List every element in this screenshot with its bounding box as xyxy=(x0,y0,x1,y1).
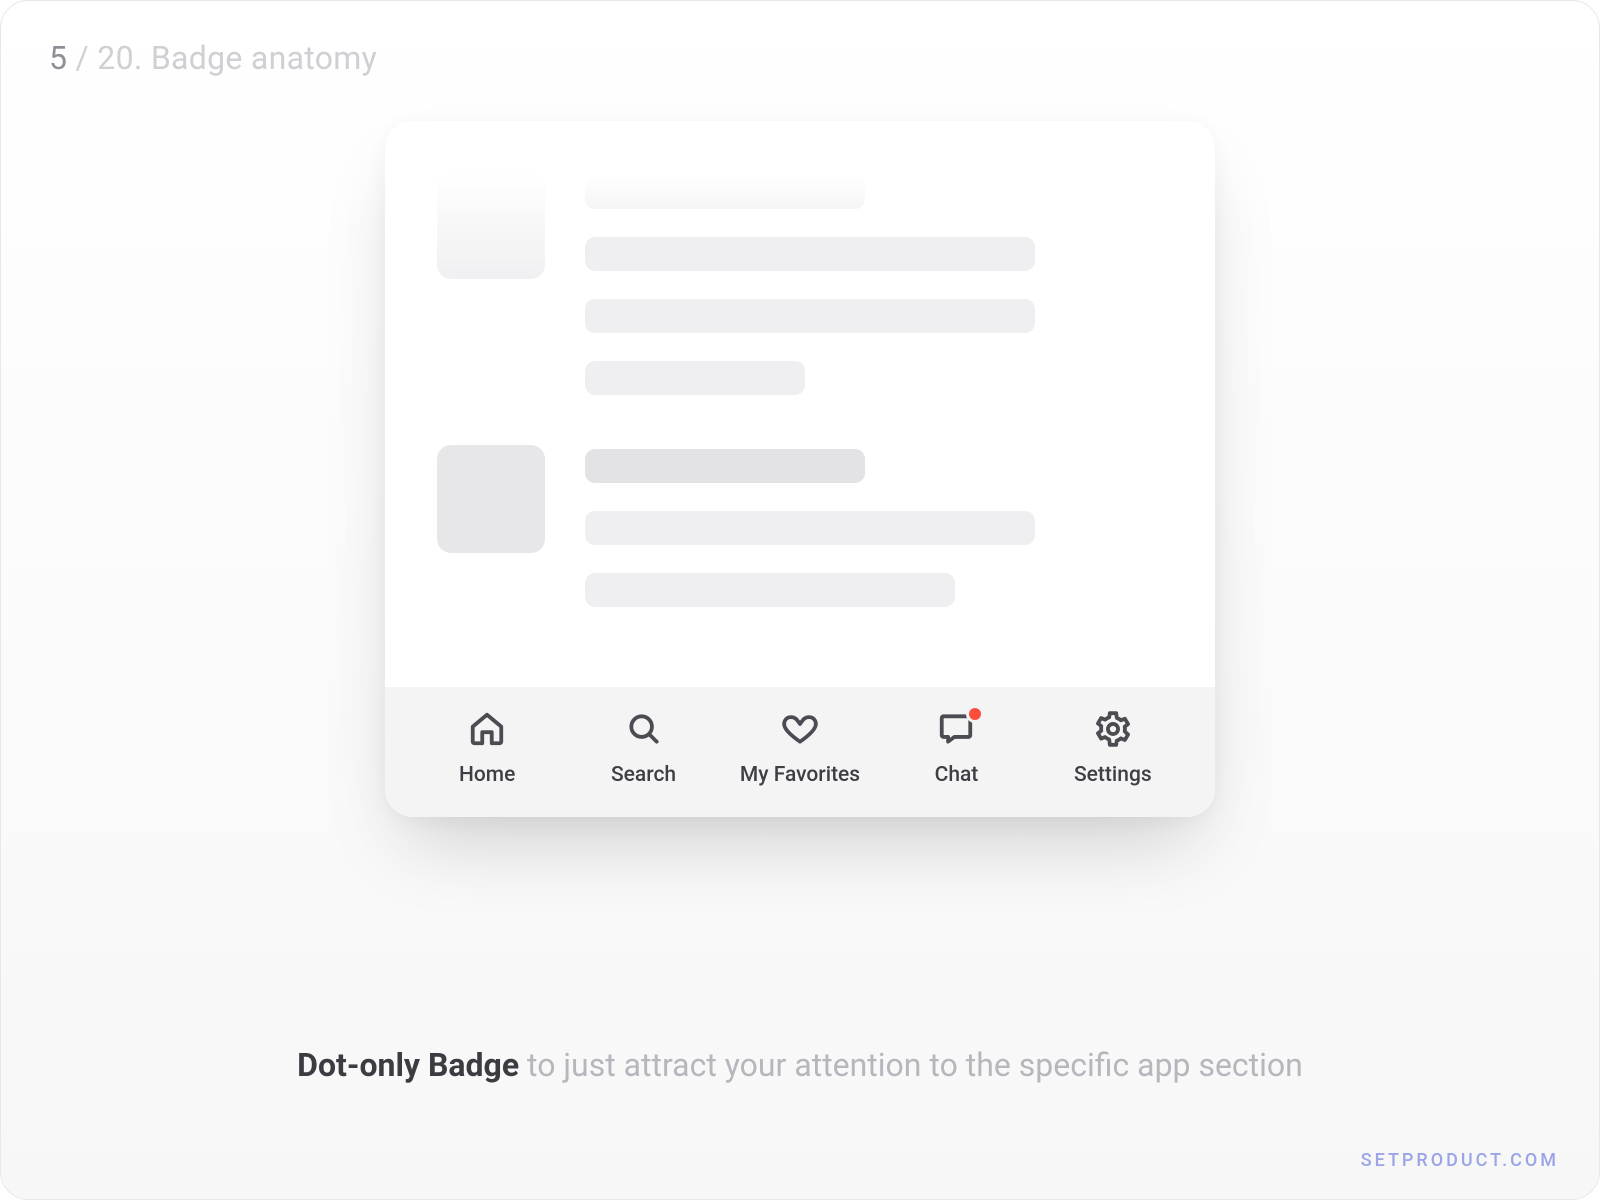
slide-current: 5 xyxy=(49,39,67,77)
tab-label: Search xyxy=(611,763,676,787)
chat-icon xyxy=(936,709,976,749)
slide-sep: / xyxy=(67,39,97,77)
slide-frame: 5 / 20. Badge anatomy xyxy=(0,0,1600,1200)
skeleton-bar xyxy=(585,449,865,483)
skeleton-avatar xyxy=(437,445,545,553)
dot-badge xyxy=(966,705,984,723)
gear-icon xyxy=(1093,709,1133,749)
skeleton-bar xyxy=(585,299,1035,333)
tab-label: Chat xyxy=(935,763,979,787)
search-icon xyxy=(624,709,664,749)
skeleton-post xyxy=(437,171,1163,395)
tab-label: My Favorites xyxy=(740,763,860,787)
slide-title: 20. Badge anatomy xyxy=(97,39,377,77)
tab-label: Home xyxy=(459,763,515,787)
tab-home[interactable]: Home xyxy=(427,709,547,787)
watermark: SETPRODUCT.COM xyxy=(1361,1150,1559,1171)
skeleton-lines xyxy=(585,171,1163,395)
caption-rest: to just attract your attention to the sp… xyxy=(519,1046,1303,1084)
phone-mockup: Home Search My Favorites Chat xyxy=(385,121,1215,817)
skeleton-lines xyxy=(585,445,1163,607)
skeleton-avatar xyxy=(437,171,545,279)
home-icon xyxy=(467,709,507,749)
skeleton-bar xyxy=(585,573,955,607)
tab-settings[interactable]: Settings xyxy=(1053,709,1173,787)
heart-icon xyxy=(780,709,820,749)
slide-counter: 5 / 20. Badge anatomy xyxy=(49,39,377,77)
tab-label: Settings xyxy=(1074,763,1152,787)
caption-strong: Dot-only Badge xyxy=(297,1046,519,1084)
skeleton-bar xyxy=(585,175,865,209)
slide-caption: Dot-only Badge to just attract your atte… xyxy=(1,1046,1599,1084)
tab-chat[interactable]: Chat xyxy=(896,709,1016,787)
tab-search[interactable]: Search xyxy=(584,709,704,787)
feed-skeleton xyxy=(385,171,1215,687)
tab-favorites[interactable]: My Favorites xyxy=(740,709,860,787)
skeleton-bar xyxy=(585,511,1035,545)
skeleton-post xyxy=(437,445,1163,607)
skeleton-bar xyxy=(585,237,1035,271)
skeleton-bar xyxy=(585,361,805,395)
bottom-nav: Home Search My Favorites Chat xyxy=(385,687,1215,817)
